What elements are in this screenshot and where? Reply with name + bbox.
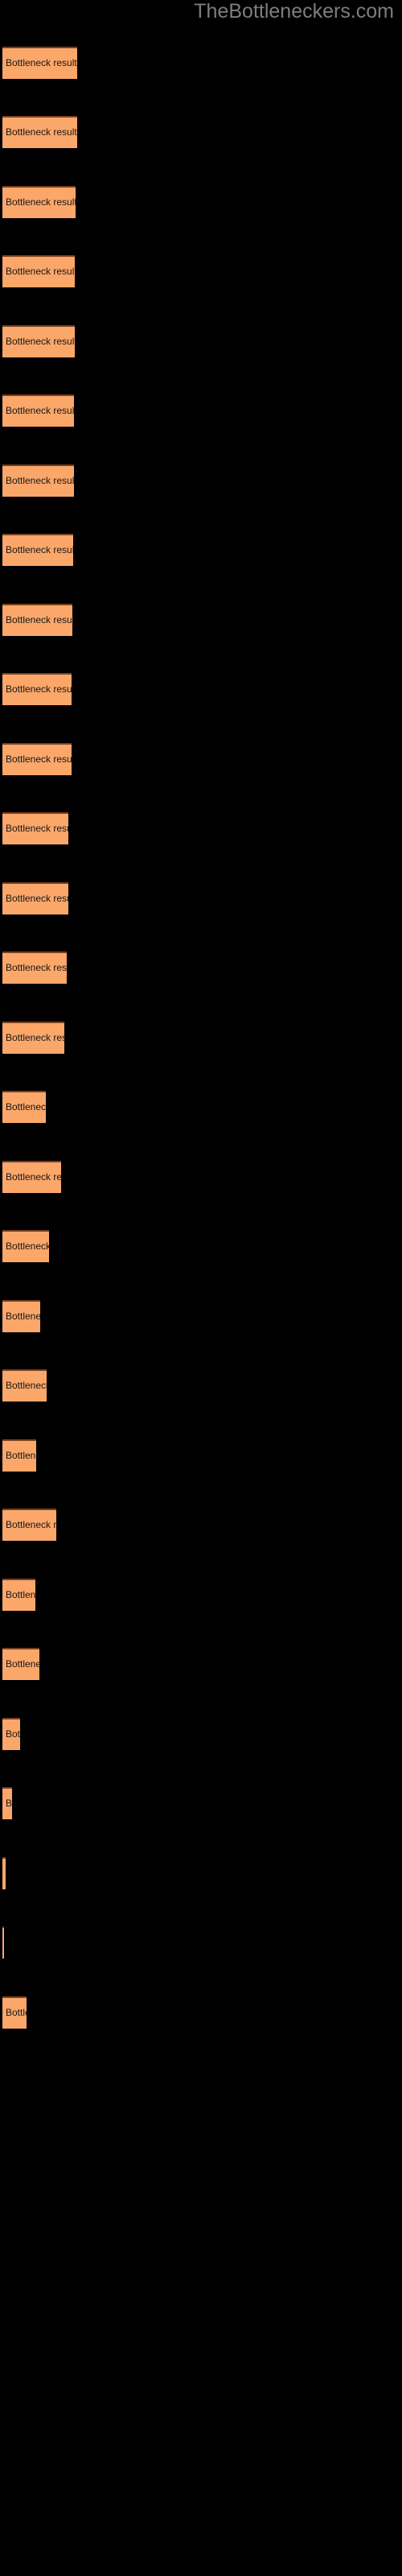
- bar-label: Bottleneck result: [6, 1032, 64, 1043]
- bar-10[interactable]: Bottleneck result: [2, 743, 72, 775]
- bar-label: Bottleneck result: [6, 1241, 49, 1252]
- bar-20[interactable]: Bottleneck result: [2, 1439, 36, 1472]
- bar-label: Bottleneck result: [6, 57, 77, 68]
- bar-22[interactable]: Bottleneck result: [2, 1579, 35, 1611]
- bar-18[interactable]: Bottleneck result: [2, 1300, 40, 1332]
- bar-label: Bottleneck result: [6, 1450, 36, 1461]
- bar-14[interactable]: Bottleneck result: [2, 1022, 64, 1054]
- bar-6[interactable]: Bottleneck result: [2, 464, 74, 497]
- bar-7[interactable]: Bottleneck result: [2, 534, 73, 566]
- bar-label: Bottleneck result: [6, 614, 72, 625]
- bar-label: Bottleneck result: [6, 1171, 61, 1183]
- bar-label: Bottleneck result: [6, 1519, 56, 1530]
- bar-9[interactable]: Bottleneck result: [2, 673, 72, 705]
- bar-label: Bottleneck result: [6, 544, 73, 555]
- bar-3[interactable]: Bottleneck result: [2, 255, 75, 287]
- bar-2[interactable]: Bottleneck result: [2, 186, 76, 218]
- bar-label: Bottleneck result: [6, 2007, 27, 2018]
- bar-label: Bottleneck result: [6, 1658, 39, 1670]
- bar-label: Bottleneck result: [6, 683, 72, 695]
- bar-8[interactable]: Bottleneck result: [2, 604, 72, 636]
- bar-24[interactable]: Bottleneck result: [2, 1718, 20, 1750]
- bar-label: Bottleneck result: [6, 1798, 12, 1809]
- bar-label: Bottleneck result: [6, 475, 74, 486]
- bar-label: Bottleneck result: [6, 126, 77, 138]
- bar-label: Bottleneck result: [6, 266, 75, 277]
- bar-label: Bottleneck result: [6, 336, 75, 347]
- bar-0[interactable]: Bottleneck result: [2, 47, 77, 79]
- bar-label: Bottleneck result: [6, 1728, 20, 1740]
- bar-label: Bottleneck result: [6, 1589, 35, 1600]
- bar-12[interactable]: Bottleneck result: [2, 882, 68, 914]
- bar-13[interactable]: Bottleneck result: [2, 952, 67, 984]
- bar-label: Bottleneck result: [6, 823, 68, 834]
- bar-label: Bottleneck result: [6, 1101, 46, 1113]
- bar-label: Bottleneck result: [6, 405, 74, 416]
- bar-5[interactable]: Bottleneck result: [2, 394, 74, 427]
- bar-17[interactable]: Bottleneck result: [2, 1230, 49, 1262]
- bar-26[interactable]: Bottleneck result: [2, 1857, 6, 1889]
- bar-label: Bottleneck result: [6, 962, 67, 973]
- bar-21[interactable]: Bottleneck result: [2, 1509, 56, 1541]
- bottleneck-chart-page: TheBottleneckers.com Bottleneck result Bo…: [0, 0, 402, 2576]
- bar-16[interactable]: Bottleneck result: [2, 1161, 61, 1193]
- bar-28[interactable]: Bottleneck result: [2, 1996, 27, 2029]
- bar-label: Bottleneck result: [6, 1311, 40, 1322]
- bar-23[interactable]: Bottleneck result: [2, 1648, 39, 1680]
- bar-19[interactable]: Bottleneck result: [2, 1369, 47, 1402]
- bar-label: Bottleneck result: [6, 1380, 47, 1391]
- bar-27[interactable]: Bottleneck result: [2, 1926, 4, 1959]
- bar-1[interactable]: Bottleneck result: [2, 116, 77, 148]
- bar-label: Bottleneck result: [6, 196, 76, 208]
- bar-25[interactable]: Bottleneck result: [2, 1787, 12, 1819]
- bar-15[interactable]: Bottleneck result: [2, 1091, 46, 1123]
- bar-label: Bottleneck result: [6, 893, 68, 904]
- bar-4[interactable]: Bottleneck result: [2, 325, 75, 357]
- bar-label: Bottleneck result: [6, 753, 72, 765]
- bar-chart-plot-area: Bottleneck result Bottleneck result Bottle…: [0, 0, 402, 2576]
- bar-11[interactable]: Bottleneck result: [2, 812, 68, 844]
